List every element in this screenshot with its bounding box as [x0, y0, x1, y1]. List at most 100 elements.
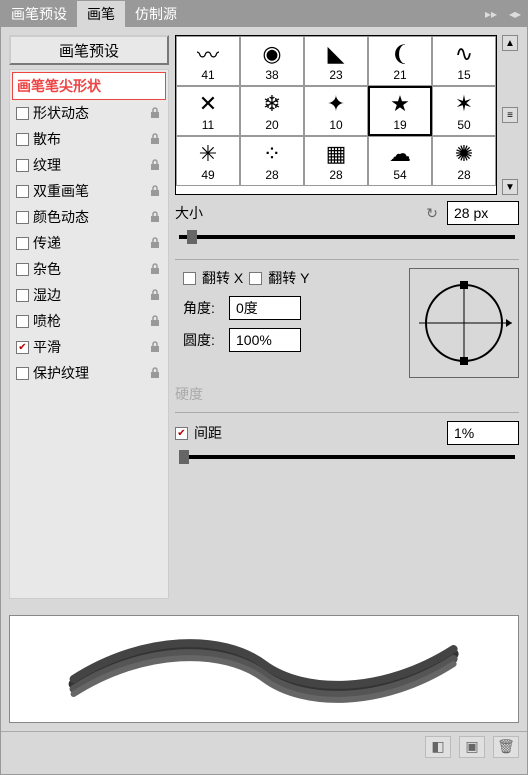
brush-option-row[interactable]: 保护纹理 [12, 360, 166, 386]
toggle-panel-icon[interactable]: ◧ [425, 736, 451, 758]
brush-size-number: 23 [329, 68, 342, 82]
brush-option-row[interactable]: 形状动态 [12, 100, 166, 126]
option-checkbox[interactable] [16, 107, 29, 120]
option-checkbox[interactable] [16, 289, 29, 302]
brush-size-number: 49 [201, 168, 214, 182]
reset-size-icon[interactable]: ↻ [423, 204, 441, 222]
collapse-icon[interactable]: ▸▸ [479, 1, 503, 27]
new-brush-icon[interactable]: ▣ [459, 736, 485, 758]
lock-icon[interactable] [148, 132, 162, 146]
option-label: 形状动态 [33, 103, 144, 123]
lock-icon[interactable] [148, 262, 162, 276]
flip-y-checkbox[interactable] [249, 272, 262, 285]
brush-view-menu-icon[interactable]: ≡ [502, 107, 518, 123]
brush-option-row[interactable]: 喷枪 [12, 308, 166, 334]
brush-thumbnail[interactable]: ∿15 [432, 36, 496, 86]
option-checkbox[interactable] [16, 367, 29, 380]
brush-thumbnail[interactable]: ☁54 [368, 136, 432, 186]
brush-thumbnail[interactable]: ✶50 [432, 86, 496, 136]
brush-option-row[interactable]: 平滑 [12, 334, 166, 360]
lock-icon[interactable] [148, 158, 162, 172]
brush-option-row[interactable]: 散布 [12, 126, 166, 152]
option-checkbox[interactable] [16, 263, 29, 276]
lock-icon[interactable] [148, 366, 162, 380]
brush-size-number: 28 [329, 168, 342, 182]
size-slider[interactable] [179, 235, 515, 239]
brush-thumbnail[interactable]: 〰41 [176, 36, 240, 86]
tab-clone-source[interactable]: 仿制源 [125, 1, 187, 27]
brush-thumbnail[interactable]: ◣23 [304, 36, 368, 86]
brush-thumbnail[interactable]: ★19 [368, 86, 432, 136]
spacing-input[interactable]: 1% [447, 421, 519, 445]
tab-brush-presets[interactable]: 画笔预设 [1, 1, 77, 27]
scroll-up-icon[interactable]: ▲ [502, 35, 518, 51]
option-checkbox[interactable] [16, 185, 29, 198]
lock-icon[interactable] [148, 236, 162, 250]
panel-menu-icon[interactable]: ◂▸ [503, 1, 527, 27]
brush-thumbnail-area: 〰41◉38◣23❨21∿15✕11❄20✦10★19✶50✳49⁘28▦28☁… [175, 35, 519, 195]
brush-burst-icon: ✳ [199, 140, 217, 168]
scroll-down-icon[interactable]: ▼ [502, 179, 518, 195]
brush-thumbnail[interactable]: ▦28 [304, 136, 368, 186]
option-label: 传递 [33, 233, 144, 253]
brush-preset-button[interactable]: 画笔预设 [9, 35, 169, 65]
flip-y-label: 翻转 Y [268, 268, 309, 288]
option-checkbox[interactable] [16, 315, 29, 328]
brush-star-f-icon: ★ [390, 90, 410, 118]
lock-icon[interactable] [148, 184, 162, 198]
lock-icon[interactable] [148, 106, 162, 120]
brush-option-row[interactable]: 湿边 [12, 282, 166, 308]
brush-size-number: 11 [202, 118, 214, 132]
brush-tip-shape-option[interactable]: 画笔笔尖形状 [12, 72, 166, 100]
spacing-checkbox[interactable] [175, 427, 188, 440]
brush-size-number: 19 [393, 118, 406, 132]
delete-brush-icon[interactable]: 🗑 [493, 736, 519, 758]
angle-control[interactable] [409, 268, 519, 378]
roundness-label: 圆度: [183, 330, 223, 350]
brush-thumbnail[interactable]: ❨21 [368, 36, 432, 86]
spacing-label: 间距 [194, 423, 222, 443]
angle-area: 翻转 X 翻转 Y 角度: 0度 圆度: 100% [175, 268, 519, 378]
option-checkbox[interactable] [16, 159, 29, 172]
option-checkbox[interactable] [16, 133, 29, 146]
brush-splat-icon: ✺ [455, 140, 473, 168]
brush-option-row[interactable]: 纹理 [12, 152, 166, 178]
size-input[interactable]: 28 px [447, 201, 519, 225]
lock-icon[interactable] [148, 340, 162, 354]
option-checkbox[interactable] [16, 237, 29, 250]
tab-brush[interactable]: 画笔 [77, 1, 125, 27]
option-checkbox[interactable] [16, 341, 29, 354]
brush-option-row[interactable]: 双重画笔 [12, 178, 166, 204]
brush-thumbnail[interactable]: ✦10 [304, 86, 368, 136]
option-label: 双重画笔 [33, 181, 144, 201]
roundness-input[interactable]: 100% [229, 328, 301, 352]
brush-option-row[interactable]: 杂色 [12, 256, 166, 282]
brush-thumbnail[interactable]: ✳49 [176, 136, 240, 186]
brush-grid-icon: ▦ [326, 140, 347, 168]
flip-x-checkbox[interactable] [183, 272, 196, 285]
brush-thumbnail[interactable]: ⁘28 [240, 136, 304, 186]
brush-thumbnail[interactable]: ✕11 [176, 86, 240, 136]
bottom-toolbar: ◧ ▣ 🗑 [1, 731, 527, 761]
brush-star-o-icon: ✦ [327, 90, 345, 118]
lock-icon[interactable] [148, 314, 162, 328]
brush-thumbnail[interactable]: ◉38 [240, 36, 304, 86]
angle-input[interactable]: 0度 [229, 296, 301, 320]
size-row: 大小 ↻ 28 px [175, 201, 519, 225]
brush-swirl-icon: ∿ [455, 40, 473, 68]
spacing-slider[interactable] [179, 455, 515, 459]
brush-thumbnail[interactable]: ❄20 [240, 86, 304, 136]
spacing-row: 间距 1% [175, 421, 519, 445]
brush-option-list: 画笔笔尖形状 形状动态散布纹理双重画笔颜色动态传递杂色湿边喷枪平滑保护纹理 [9, 69, 169, 599]
brush-grid-scrollbar[interactable]: ▲ ≡ ▼ [501, 35, 519, 195]
brush-size-number: 41 [201, 68, 214, 82]
panel-body: 画笔预设 画笔笔尖形状 形状动态散布纹理双重画笔颜色动态传递杂色湿边喷枪平滑保护… [1, 27, 527, 607]
option-checkbox[interactable] [16, 211, 29, 224]
brush-thumbnail[interactable]: ✺28 [432, 136, 496, 186]
angle-label: 角度: [183, 298, 223, 318]
brush-option-row[interactable]: 传递 [12, 230, 166, 256]
lock-icon[interactable] [148, 288, 162, 302]
option-label: 杂色 [33, 259, 144, 279]
brush-option-row[interactable]: 颜色动态 [12, 204, 166, 230]
lock-icon[interactable] [148, 210, 162, 224]
